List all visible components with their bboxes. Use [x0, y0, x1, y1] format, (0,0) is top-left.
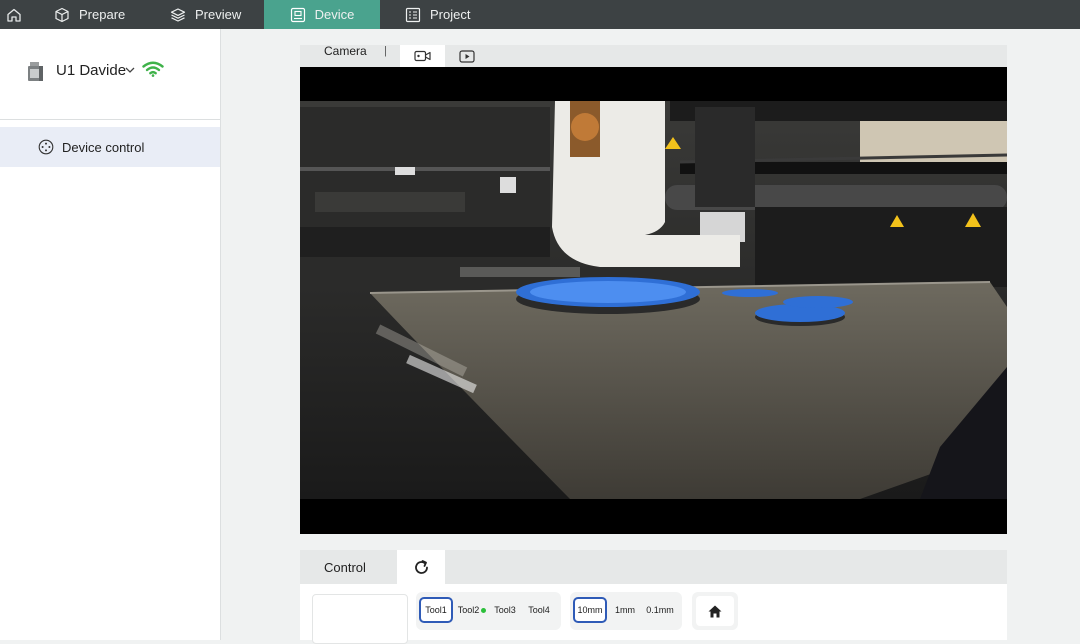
layers-icon [170, 7, 186, 22]
home-icon [708, 605, 722, 617]
control-label: Control [324, 560, 366, 575]
sidebar-item-label: Device control [62, 139, 145, 155]
camera-feed [300, 67, 1007, 534]
control-preview-box [312, 594, 408, 644]
tool4-button[interactable]: Tool4 [526, 597, 552, 623]
tab-preview[interactable]: Preview [170, 0, 241, 29]
tool2-label: Tool2 [457, 605, 480, 615]
gamepad-icon [38, 139, 54, 155]
step-1mm-label: 1mm [615, 605, 635, 615]
tab-preview-label: Preview [195, 7, 242, 22]
printer-icon [28, 62, 43, 81]
tab-project-label: Project [430, 7, 471, 22]
home-axes-button[interactable] [696, 596, 734, 626]
cube-icon [55, 7, 69, 22]
control-tab-bar: Control [300, 550, 1007, 584]
camera-label: Camera [324, 44, 367, 58]
device-name[interactable]: U1 Davide [56, 62, 126, 79]
camera-panel: Camera | [300, 45, 1007, 534]
step-10mm-button[interactable]: 10mm [573, 597, 607, 623]
refresh-icon [414, 559, 428, 574]
status-dot [481, 607, 487, 613]
device-icon [290, 7, 305, 22]
home-button[interactable] [0, 0, 28, 29]
play-icon [459, 49, 475, 63]
refresh-button[interactable] [397, 550, 445, 584]
tab-device-label: Device [314, 7, 355, 22]
sidebar: U1 Davide Device control [0, 29, 221, 640]
wifi-icon [142, 61, 164, 77]
chevron-down-icon[interactable] [125, 66, 135, 74]
tool2-button[interactable]: Tool2 [456, 597, 488, 623]
playback-button[interactable] [455, 45, 479, 67]
tool3-label: Tool3 [494, 605, 516, 615]
camera-tab-bar: Camera | [300, 45, 1007, 67]
control-panel: Control Tool1 Tool2 Tool3 Tool4 10mm 1mm [300, 550, 1007, 644]
top-nav-bar: Prepare Preview Device Project [0, 0, 1080, 29]
device-selector[interactable]: U1 Davide [0, 29, 221, 120]
camera-separator: | [384, 45, 387, 57]
sidebar-item-device-control[interactable]: Device control [0, 127, 220, 167]
tab-prepare[interactable]: Prepare [54, 0, 125, 29]
project-icon [405, 7, 421, 22]
tool-selector: Tool1 Tool2 Tool3 Tool4 [416, 592, 561, 630]
tab-prepare-label: Prepare [79, 7, 126, 22]
record-button[interactable] [400, 45, 445, 67]
tab-device[interactable]: Device [264, 0, 380, 29]
tool4-label: Tool4 [528, 605, 550, 615]
camera-feed-image [300, 67, 1007, 534]
tool3-button[interactable]: Tool3 [492, 597, 518, 623]
video-camera-icon [414, 50, 431, 62]
tool1-label: Tool1 [425, 605, 447, 615]
tab-project[interactable]: Project [405, 0, 470, 29]
tool1-button[interactable]: Tool1 [419, 597, 453, 623]
home-icon [7, 8, 21, 22]
step-1mm-button[interactable]: 1mm [612, 597, 638, 623]
step-size-selector: 10mm 1mm 0.1mm [570, 592, 682, 630]
step-0-1mm-button[interactable]: 0.1mm [643, 597, 677, 623]
step-0-1mm-label: 0.1mm [646, 605, 674, 615]
step-10mm-label: 10mm [577, 605, 603, 615]
home-axes-group [692, 592, 738, 630]
